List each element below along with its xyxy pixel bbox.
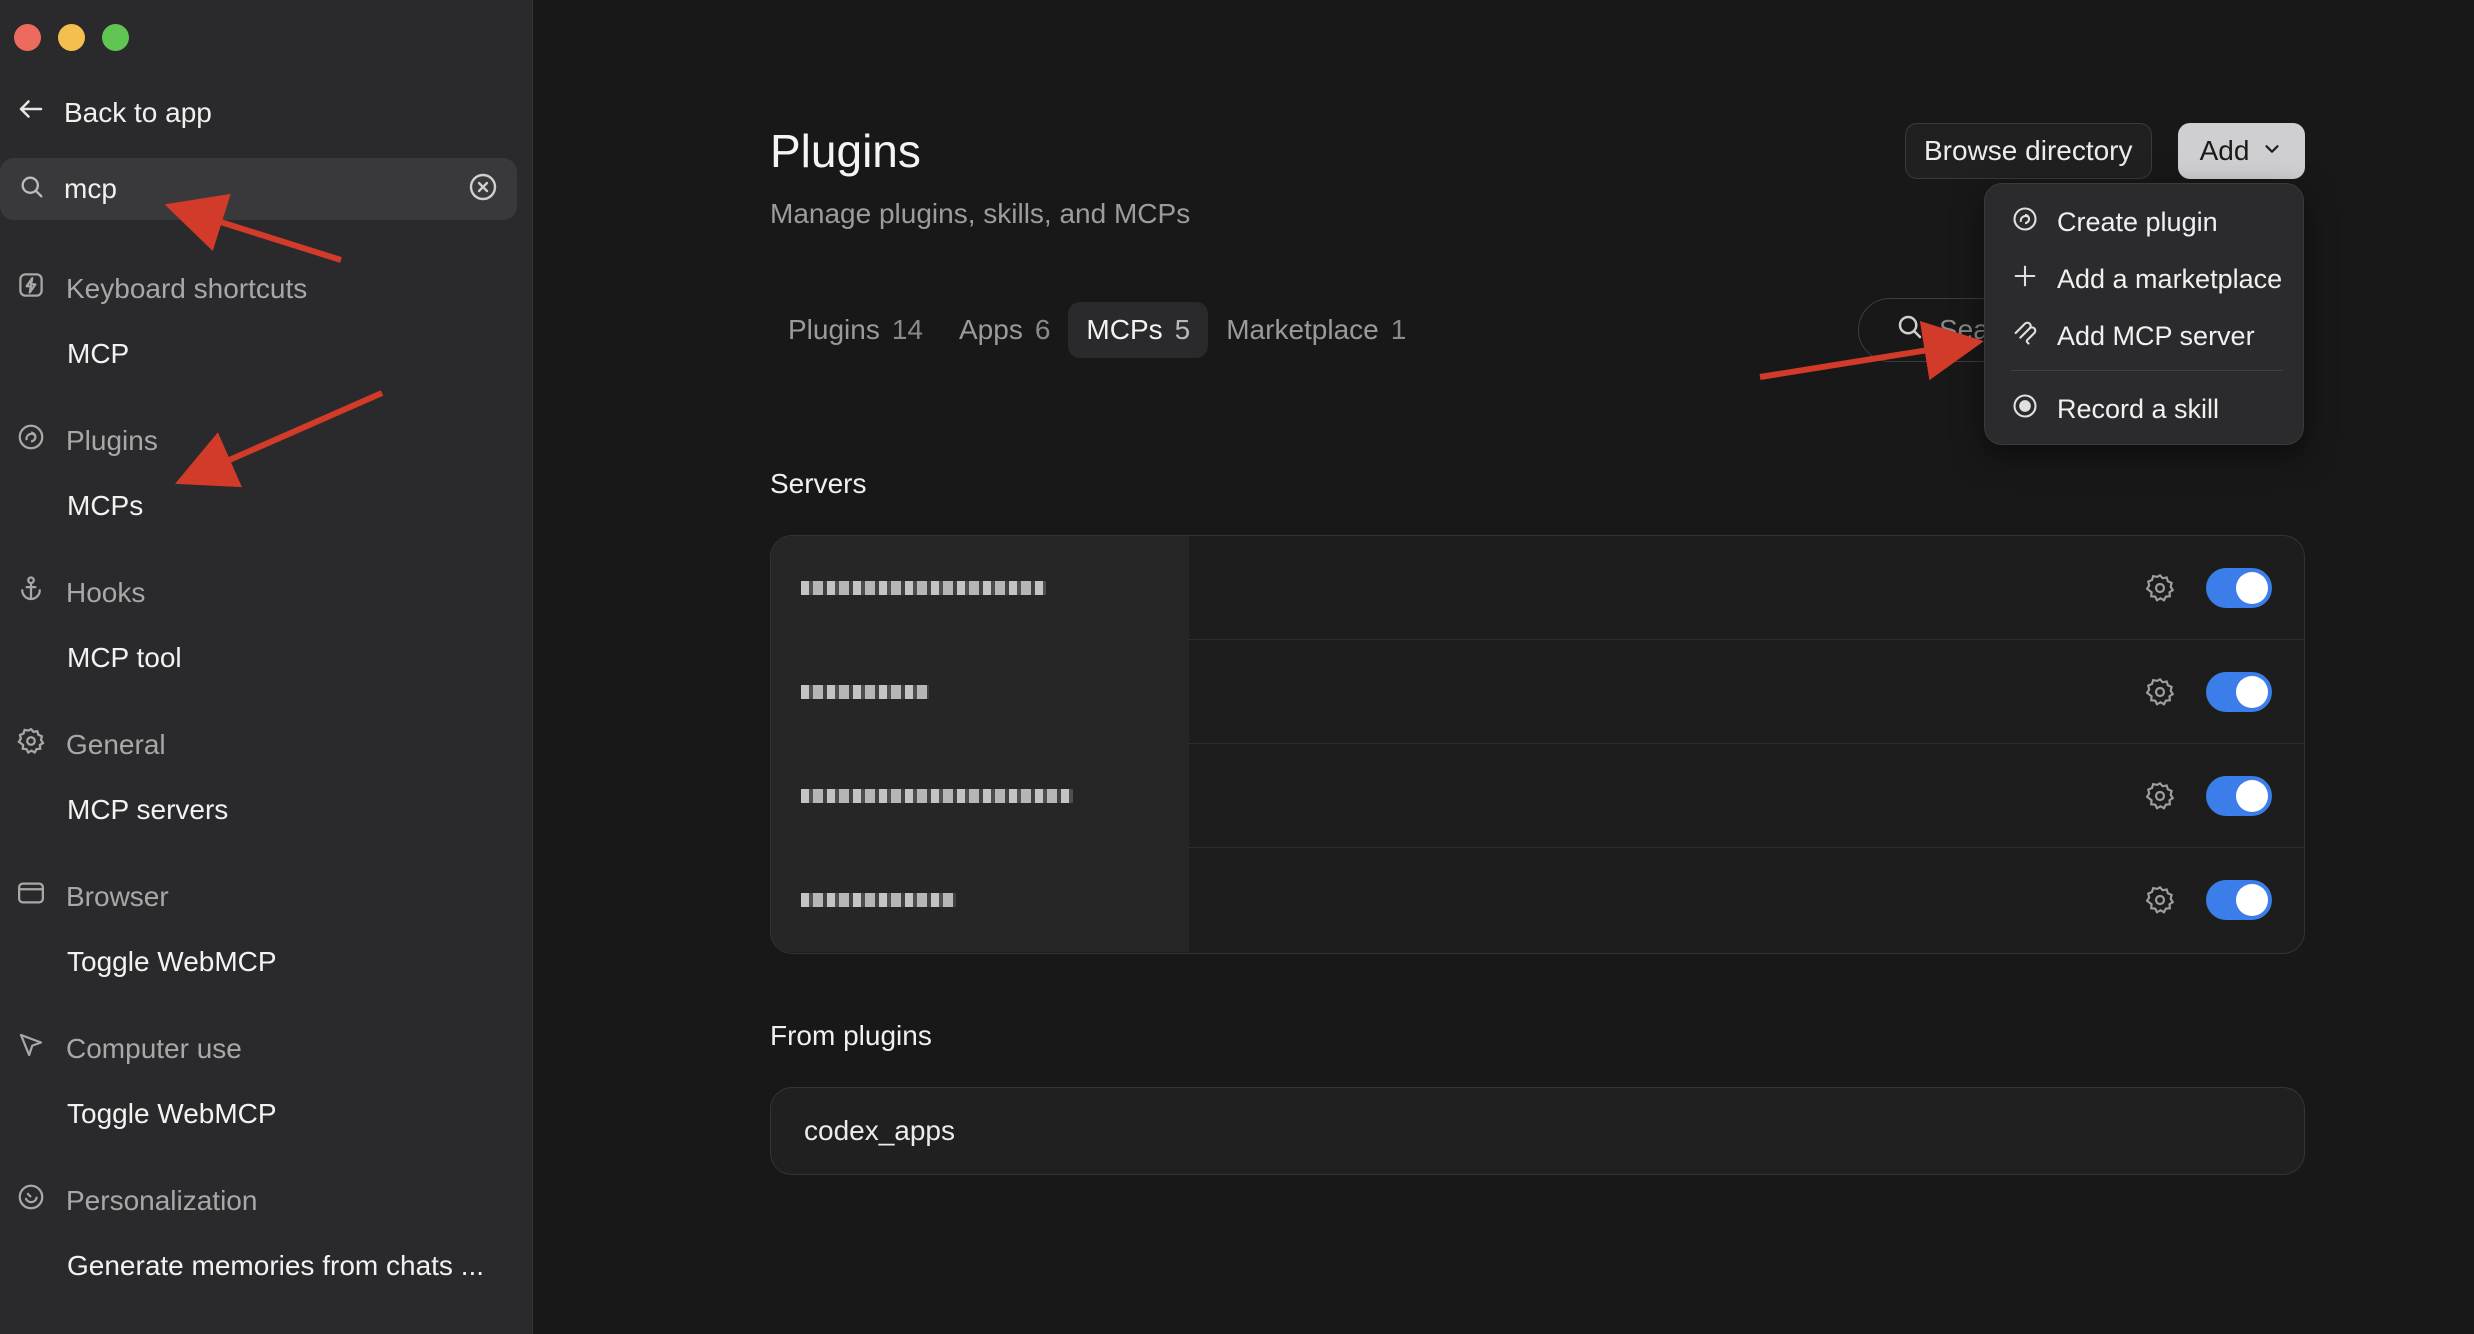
tab-label: MCPs: [1086, 314, 1163, 345]
server-settings-gear-icon[interactable]: [2144, 676, 2176, 708]
page-title: Plugins: [770, 125, 921, 177]
section-label: Plugins: [66, 424, 158, 456]
window-zoom-button[interactable]: [102, 24, 129, 51]
record-icon: [2011, 392, 2039, 427]
menu-item-record-skill[interactable]: Record a skill: [2011, 392, 2219, 427]
add-dropdown-menu: Create plugin Add a marketplace Add MCP …: [1984, 183, 2304, 445]
menu-item-add-mcp-server[interactable]: Add MCP server: [2011, 319, 2255, 354]
window-controls: [14, 24, 129, 51]
add-button-label: Add: [2199, 135, 2250, 166]
servers-list: [770, 535, 2305, 954]
tab-count: 1: [1390, 314, 1407, 345]
page-subtitle: Manage plugins, skills, and MCPs: [770, 198, 1191, 229]
sidebar-item-generate-memories[interactable]: Generate memories from chats ...: [67, 1250, 484, 1282]
search-icon: [1895, 312, 1925, 349]
browse-directory-button[interactable]: Browse directory: [1905, 123, 2152, 179]
plugin-name: codex_apps: [804, 1115, 956, 1146]
section-label: Computer use: [66, 1032, 242, 1064]
arrow-left-icon: [16, 94, 46, 131]
mcp-icon: [2011, 319, 2039, 354]
cursor-icon: [16, 1030, 46, 1067]
from-plugins-heading: From plugins: [770, 1020, 932, 1051]
section-plugins: Plugins: [16, 422, 158, 459]
menu-item-label: Add a marketplace: [2057, 264, 2283, 294]
plus-icon: [2011, 262, 2039, 297]
section-keyboard-shortcuts: Keyboard shortcuts: [16, 270, 307, 307]
server-row: [771, 848, 2304, 952]
add-button[interactable]: Add: [2178, 123, 2305, 179]
section-label: Personalization: [66, 1184, 258, 1216]
section-hooks: Hooks: [16, 574, 145, 611]
section-general: General: [16, 726, 166, 763]
server-row: [771, 640, 2304, 744]
plugin-icon: [16, 422, 46, 459]
bolt-icon: [16, 270, 46, 307]
tab-label: Marketplace: [1226, 314, 1379, 345]
settings-search: [0, 158, 517, 220]
section-personalization: Personalization: [16, 1182, 257, 1219]
sidebar-item-toggle-webmcp[interactable]: Toggle WebMCP: [67, 946, 277, 978]
chevron-down-icon: [2261, 135, 2283, 167]
section-label: General: [66, 728, 166, 760]
settings-sidebar: Back to app Keyboard shortcuts MCP Plugi…: [0, 0, 533, 1334]
menu-divider: [2011, 370, 2283, 371]
section-label: Keyboard shortcuts: [66, 272, 308, 304]
tab-count: 6: [1034, 314, 1051, 345]
tab-mcps[interactable]: MCPs 5: [1068, 302, 1209, 358]
server-name-redacted: [771, 848, 1189, 952]
server-enable-toggle[interactable]: [2206, 568, 2272, 608]
back-to-app-button[interactable]: Back to app: [16, 94, 212, 131]
menu-item-label: Create plugin: [2057, 207, 2218, 237]
tab-label: Apps: [959, 314, 1023, 345]
browser-icon: [16, 878, 46, 915]
menu-item-add-marketplace[interactable]: Add a marketplace: [2011, 262, 2282, 297]
tab-count: 14: [891, 314, 923, 345]
tab-marketplace[interactable]: Marketplace 1: [1208, 302, 1424, 358]
sidebar-item-toggle-webmcp[interactable]: Toggle WebMCP: [67, 1098, 277, 1130]
menu-item-label: Add MCP server: [2057, 321, 2255, 351]
server-settings-gear-icon[interactable]: [2144, 780, 2176, 812]
search-icon: [18, 173, 46, 206]
server-row: [771, 536, 2304, 640]
server-enable-toggle[interactable]: [2206, 672, 2272, 712]
server-name-redacted: [771, 744, 1189, 848]
tab-label: Plugins: [788, 314, 880, 345]
server-settings-gear-icon[interactable]: [2144, 884, 2176, 916]
server-name-redacted: [771, 640, 1189, 744]
plugin-icon: [2011, 205, 2039, 240]
plugin-tabs: Plugins 14 Apps 6 MCPs 5 Marketplace 1: [770, 302, 1424, 358]
menu-item-label: Record a skill: [2057, 394, 2220, 424]
sidebar-item-mcp-servers[interactable]: MCP servers: [67, 794, 228, 826]
settings-search-input[interactable]: [64, 173, 467, 205]
window-minimize-button[interactable]: [58, 24, 85, 51]
anchor-icon: [16, 574, 46, 611]
tab-apps[interactable]: Apps 6: [941, 302, 1068, 358]
window-close-button[interactable]: [14, 24, 41, 51]
server-row: [771, 744, 2304, 848]
clear-search-icon[interactable]: [467, 171, 499, 208]
server-enable-toggle[interactable]: [2206, 776, 2272, 816]
server-settings-gear-icon[interactable]: [2144, 572, 2176, 604]
personalization-icon: [16, 1182, 46, 1219]
server-name-redacted: [771, 536, 1189, 640]
tab-count: 5: [1174, 314, 1191, 345]
gear-icon: [16, 726, 46, 763]
servers-heading: Servers: [770, 468, 867, 499]
tab-plugins[interactable]: Plugins 14: [770, 302, 941, 358]
server-enable-toggle[interactable]: [2206, 880, 2272, 920]
sidebar-item-mcp[interactable]: MCP: [67, 338, 129, 370]
section-computer-use: Computer use: [16, 1030, 242, 1067]
menu-item-create-plugin[interactable]: Create plugin: [2011, 205, 2218, 240]
back-to-app-label: Back to app: [64, 96, 212, 128]
sidebar-item-mcp-tool[interactable]: MCP tool: [67, 642, 182, 674]
section-browser: Browser: [16, 878, 169, 915]
section-label: Browser: [66, 880, 169, 912]
sidebar-item-mcps[interactable]: MCPs: [67, 490, 143, 522]
plugin-row-codex-apps[interactable]: codex_apps: [770, 1087, 2305, 1175]
section-label: Hooks: [66, 576, 146, 608]
